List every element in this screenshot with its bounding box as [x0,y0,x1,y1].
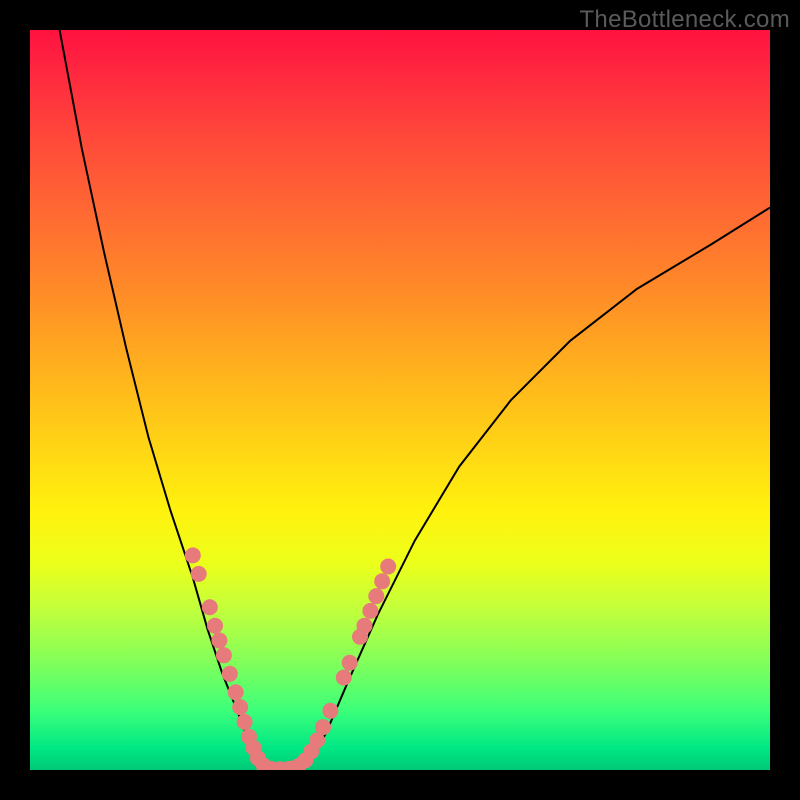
scatter-dot [362,603,378,619]
scatter-dot [315,719,331,735]
chart-svg [30,30,770,770]
scatter-dot [191,566,207,582]
scatter-dot [185,547,201,563]
scatter-dot [228,684,244,700]
scatter-dot [368,588,384,604]
scatter-dot [342,655,358,671]
chart-frame: TheBottleneck.com [0,0,800,800]
watermark-text: TheBottleneck.com [579,6,790,34]
curve-group [60,30,770,770]
scatter-dot [336,670,352,686]
scatter-dot [202,599,218,615]
scatter-dot [357,618,373,634]
scatter-dot [232,699,248,715]
scatter-dot [222,666,238,682]
scatter-dot [216,647,232,663]
plot-area [30,30,770,770]
scatter-dot [374,573,390,589]
scatter-dot [211,633,227,649]
scatter-dot [207,618,223,634]
scatter-dot [380,559,396,575]
scatter-dot [237,714,253,730]
curve-right-branch [310,208,770,763]
scatter-dot [322,703,338,719]
